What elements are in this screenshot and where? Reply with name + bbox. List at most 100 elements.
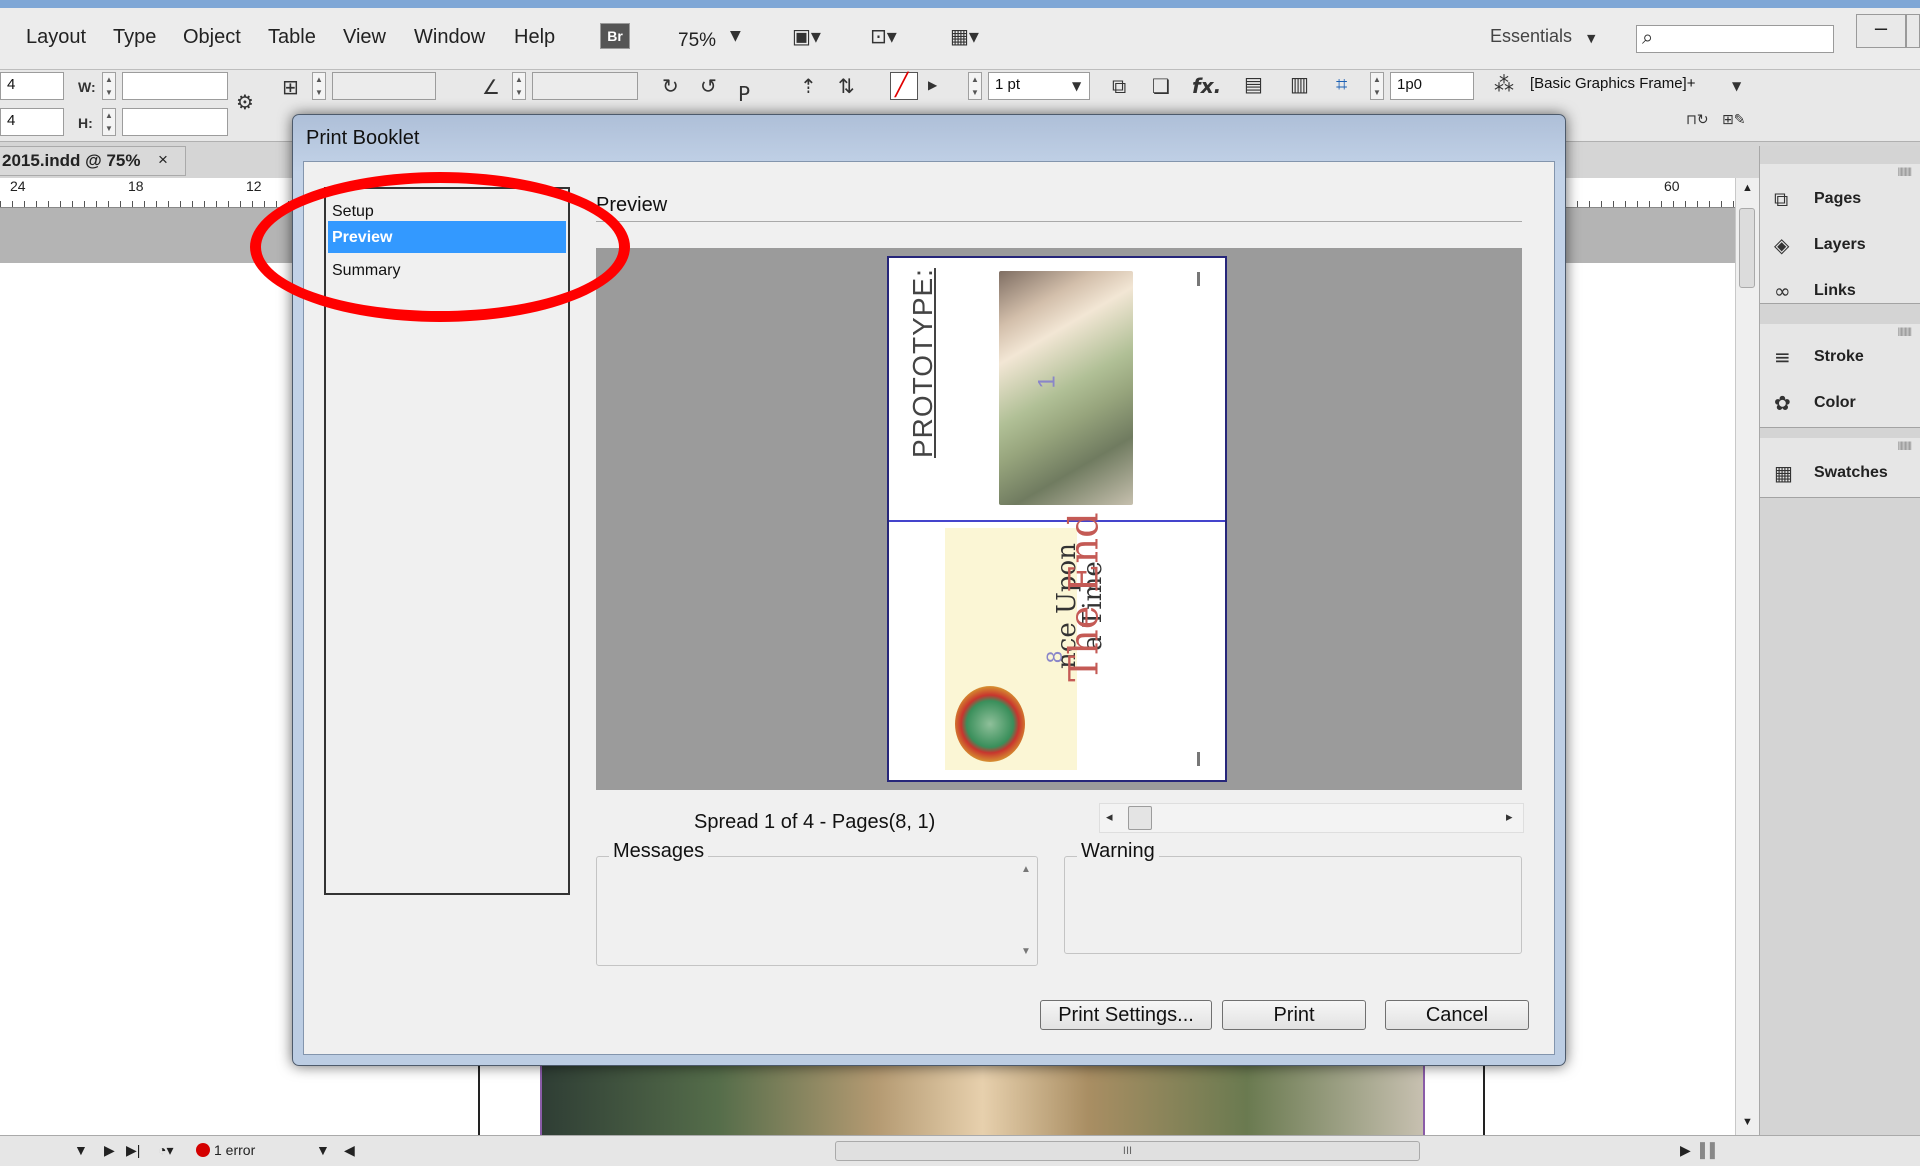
vertical-scroll-thumb[interactable] <box>1739 208 1755 288</box>
warning-label: Warning <box>1077 840 1159 863</box>
menu-table[interactable]: Table <box>268 26 316 49</box>
fill-dropdown-icon[interactable]: ▶ <box>928 78 937 92</box>
object-style-dropdown-icon[interactable]: ▼ <box>1732 79 1741 93</box>
spacing-field[interactable]: 1p0 <box>1390 72 1474 100</box>
zoom-level[interactable]: 75% <box>678 30 716 52</box>
scroll-right-icon[interactable]: ▸ <box>1506 809 1513 825</box>
preview-area: PROTOTYPE: 1 nce Upon a Time The End 8 <box>596 248 1522 790</box>
panel-grip[interactable]: |||||||||| <box>1898 440 1912 450</box>
preflight-menu-icon[interactable]: ▼ <box>316 1142 330 1158</box>
menu-view[interactable]: View <box>343 26 386 49</box>
rotate-field[interactable] <box>532 72 638 100</box>
close-tab-icon[interactable]: × <box>158 150 168 170</box>
spread-scroll-thumb[interactable] <box>1128 806 1152 830</box>
rotate-cw-icon[interactable]: ↻ <box>662 74 679 98</box>
text-wrap-around-icon[interactable]: ▥ <box>1290 72 1309 96</box>
menu-help[interactable]: Help <box>514 26 555 49</box>
select-content-icon[interactable]: ⇅ <box>838 74 855 98</box>
menu-type[interactable]: Type <box>113 26 156 49</box>
rotate-angle-icon: ∠ <box>482 75 500 99</box>
panel-color[interactable]: ✿ Color <box>1774 388 1856 418</box>
scale-x-field[interactable] <box>332 72 436 100</box>
scroll-left-icon[interactable]: ◀ <box>344 1142 355 1159</box>
height-field[interactable] <box>122 108 228 136</box>
print-button[interactable]: Print <box>1222 1000 1366 1030</box>
menu-object[interactable]: Object <box>183 26 241 49</box>
view-options-icon[interactable]: ⊡▾ <box>870 24 897 48</box>
horizontal-scroll-thumb[interactable]: III <box>835 1141 1420 1161</box>
fill-none-swatch[interactable]: ╱ <box>890 72 918 100</box>
text-wrap-icon[interactable]: ▤ <box>1244 72 1263 96</box>
w-stepper[interactable]: ▲ ▼ <box>102 72 116 100</box>
menu-layout[interactable]: Layout <box>26 26 86 49</box>
page-dropdown-icon[interactable]: ▼ <box>74 1142 88 1158</box>
maximize-button[interactable] <box>1906 14 1920 48</box>
document-tab[interactable]: 2015.indd @ 75% × <box>0 146 186 176</box>
ruler-number: 12 <box>246 178 262 194</box>
spacing-stepper[interactable]: ▲ ▼ <box>1370 72 1384 100</box>
view-split-icon[interactable]: ▌▌ <box>1700 1142 1720 1158</box>
arrange-documents-icon[interactable]: ▦▾ <box>950 24 979 48</box>
object-style-select[interactable]: [Basic Graphics Frame]+ <box>1524 72 1750 100</box>
panel-layers[interactable]: ◈ Layers <box>1774 230 1866 260</box>
panel-grip[interactable]: |||||||||| <box>1898 326 1912 336</box>
screen-mode-icon[interactable]: ▣▾ <box>792 24 821 48</box>
text-frame-icon[interactable]: P <box>738 82 750 106</box>
zoom-dropdown-icon[interactable]: ▼ <box>730 28 741 44</box>
panel-menu-icon[interactable]: ⊞✎ <box>1722 112 1745 128</box>
y-field[interactable]: 4 <box>0 108 64 136</box>
frame-fitting-icon[interactable]: ⧉ <box>1112 74 1126 98</box>
scroll-up-icon[interactable]: ▲ <box>1021 864 1031 875</box>
document-tab-title: 2015.indd @ 75% <box>2 151 141 170</box>
workspace-dropdown-icon[interactable]: ▼ <box>1587 32 1595 45</box>
ruler-number: 60 <box>1664 178 1680 194</box>
quick-apply-icon[interactable]: ⊓↻ <box>1686 112 1709 128</box>
minimize-button[interactable]: – <box>1856 14 1906 48</box>
print-settings-button[interactable]: Print Settings... <box>1040 1000 1212 1030</box>
h-stepper[interactable]: ▲ ▼ <box>102 108 116 136</box>
stroke-weight-dropdown-icon[interactable]: ▼ <box>1072 79 1081 93</box>
scroll-up-icon[interactable]: ▲ <box>1742 182 1753 194</box>
scale-x-stepper[interactable]: ▲ ▼ <box>312 72 326 100</box>
panel-swatches[interactable]: ▦ Swatches <box>1774 458 1888 488</box>
stroke-weight-stepper[interactable]: ▲ ▼ <box>968 72 982 100</box>
horizontal-ruler[interactable]: 24 18 12 <box>0 178 300 208</box>
next-page-icon[interactable]: ▶ <box>104 1142 115 1159</box>
rotate-stepper[interactable]: ▲ ▼ <box>512 72 526 100</box>
scroll-right-icon[interactable]: ▶ <box>1680 1142 1691 1159</box>
horizontal-ruler-right[interactable]: 60 <box>1565 178 1735 208</box>
panel-links[interactable]: ∞ Links <box>1774 276 1856 306</box>
rotate-ccw-icon[interactable]: ↺ <box>700 74 717 98</box>
search-input[interactable] <box>1636 25 1834 53</box>
drop-shadow-icon[interactable]: ❏ <box>1152 74 1170 98</box>
menu-window[interactable]: Window <box>414 26 485 49</box>
scroll-left-icon[interactable]: ◂ <box>1106 809 1113 825</box>
last-page-icon[interactable]: ▶| <box>126 1142 140 1159</box>
x-field[interactable]: 4 <box>0 72 64 100</box>
panel-stroke[interactable]: ≡ Stroke <box>1774 342 1864 372</box>
effects-fx-icon[interactable]: fx. <box>1192 74 1221 98</box>
constrain-proportions-icon[interactable]: ⚙ <box>236 90 254 114</box>
window-titlebar <box>0 0 1920 8</box>
preflight-icon[interactable]: ◔▾ <box>158 1142 173 1159</box>
layers-icon: ◈ <box>1774 233 1790 257</box>
messages-scrollbar[interactable]: ▲ ▼ <box>1019 860 1035 962</box>
cancel-button[interactable]: Cancel <box>1385 1000 1529 1030</box>
annotation-ellipse <box>250 172 630 322</box>
error-indicator-icon <box>196 1143 210 1157</box>
align-frame-icon[interactable]: ⌗ <box>1336 72 1347 96</box>
workspace-switcher[interactable]: Essentials <box>1490 26 1572 47</box>
panel-pages[interactable]: ⧉ Pages <box>1774 184 1861 214</box>
scroll-down-icon[interactable]: ▼ <box>1021 946 1031 957</box>
preflight-status[interactable]: 1 error <box>196 1142 255 1158</box>
vertical-scrollbar[interactable]: ▲ ▼ <box>1735 178 1759 1135</box>
spread-scrollbar[interactable]: ◂ ▸ <box>1099 803 1524 833</box>
width-field[interactable] <box>122 72 228 100</box>
select-container-icon[interactable]: ⇡ <box>800 74 817 98</box>
scroll-down-icon[interactable]: ▼ <box>1742 1116 1753 1128</box>
panel-dock: |||||||||| ⧉ Pages ◈ Layers ∞ Links |||||||… <box>1759 146 1920 1135</box>
page-photo[interactable] <box>540 1060 1425 1135</box>
links-icon: ∞ <box>1774 279 1791 303</box>
panel-grip[interactable]: |||||||||| <box>1898 166 1912 176</box>
bridge-button[interactable]: Br <box>600 23 630 49</box>
